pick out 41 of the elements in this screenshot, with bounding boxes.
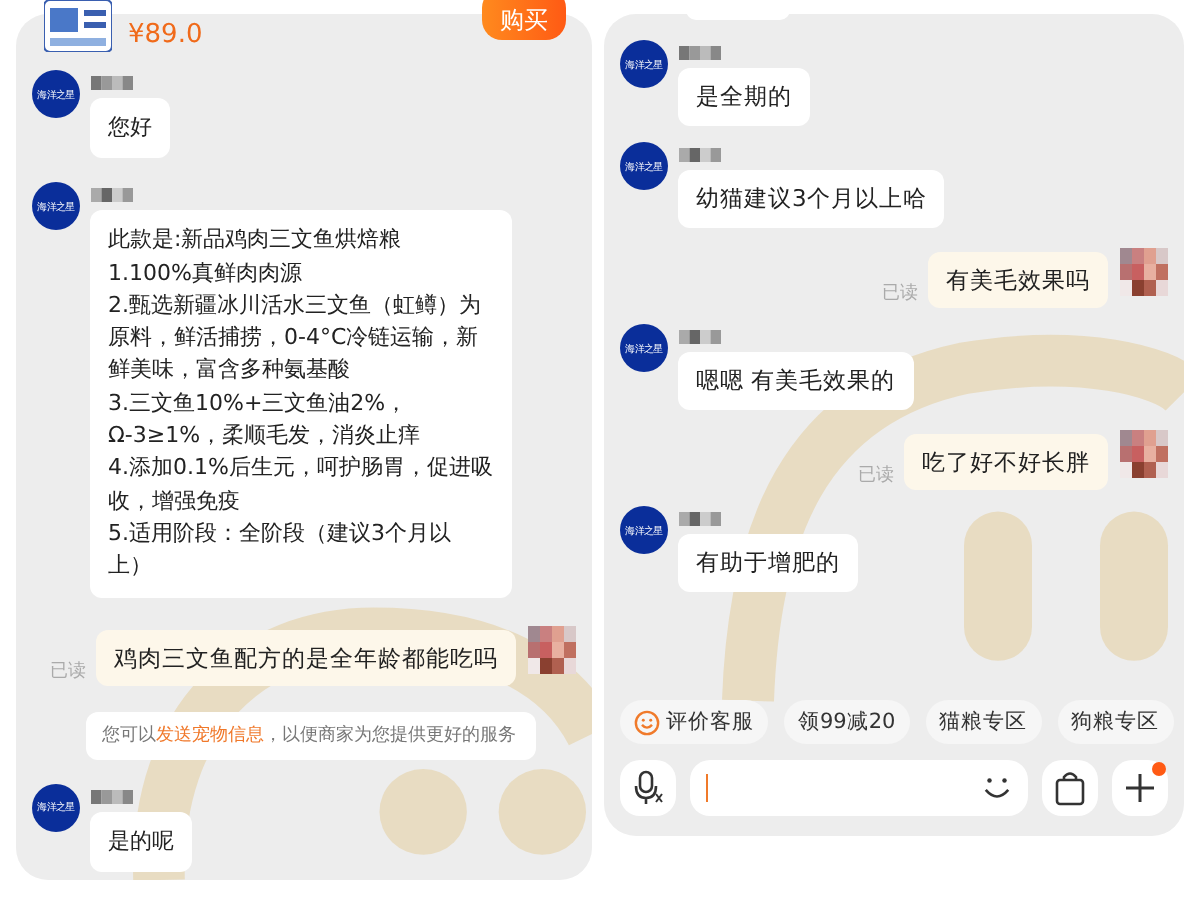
notification-dot — [1152, 762, 1166, 776]
redacted-name — [678, 148, 722, 162]
message-bubble: 是的呢 — [90, 811, 192, 872]
quick-reply-chip[interactable]: 狗粮专区 — [1057, 700, 1174, 744]
message-bubble: 有助于增肥的 — [678, 534, 858, 592]
message-bubble: 吃了好不好长胖 — [904, 434, 1108, 490]
message-bubble: 是全期的 — [678, 68, 810, 126]
smiley-icon — [634, 709, 660, 735]
redacted-name — [678, 46, 722, 60]
message-bubble: 有美毛效果吗 — [928, 252, 1108, 308]
background-circle — [379, 769, 467, 855]
pixelated-avatar — [1120, 430, 1168, 478]
message-bubble: 嗯嗯 有美毛效果的 — [678, 352, 914, 410]
read-status: 已读 — [882, 281, 918, 306]
voice-button[interactable] — [620, 760, 676, 816]
quick-reply-chip[interactable]: 领99减20 — [784, 700, 910, 744]
shopping-bag-icon — [1054, 770, 1086, 806]
quick-reply-chip[interactable]: 评价客服 — [620, 700, 768, 744]
read-status: 已读 — [50, 659, 86, 684]
pixelated-avatar — [1120, 248, 1168, 296]
emoji-icon[interactable] — [982, 774, 1012, 802]
message-bubble: 此款是:新品鸡肉三文鱼烘焙粮 1.100%真鲜肉肉源 2.甄选新疆冰川活水三文鱼（虹鳟）为原料，鲜活捕捞，0-4°C冷链运输，新鲜美味，富含多种氨基酸 3.三文鱼10%+三文鱼油2%，Ω-3≥1%，柔顺毛发，消炎止痒 4.添加0.1%后生元，呵护肠胃，促进吸收，增强免疫 5.适用阶段：全阶段（建议3个月以上） — [90, 210, 512, 598]
pixelated-avatar — [528, 625, 576, 674]
redacted-name — [678, 512, 722, 526]
redacted-name — [678, 330, 722, 344]
background-circle — [498, 769, 587, 855]
redacted-name — [90, 76, 134, 90]
microphone-icon — [632, 770, 664, 806]
redacted-name — [90, 789, 134, 804]
notice-text: 您可以发送宠物信息，以便商家为您提供更好的服务 — [102, 725, 516, 746]
quick-reply-chip[interactable]: 猫粮专区 — [925, 700, 1042, 744]
more-button[interactable] — [1112, 760, 1168, 816]
plus-icon — [1124, 772, 1156, 804]
message-input-field[interactable] — [690, 760, 1028, 816]
message-bubble: 您好 — [90, 98, 170, 159]
product-price: ¥89.0 — [128, 20, 203, 50]
read-status: 已读 — [858, 463, 894, 488]
message-bubble: 鸡肉三文鱼配方的是全年龄都能吃吗 — [96, 629, 516, 686]
redacted-name — [90, 188, 134, 203]
message-bubble: 幼猫建议3个月以上哈 — [678, 170, 945, 228]
shopping-bag-button[interactable] — [1042, 760, 1098, 816]
